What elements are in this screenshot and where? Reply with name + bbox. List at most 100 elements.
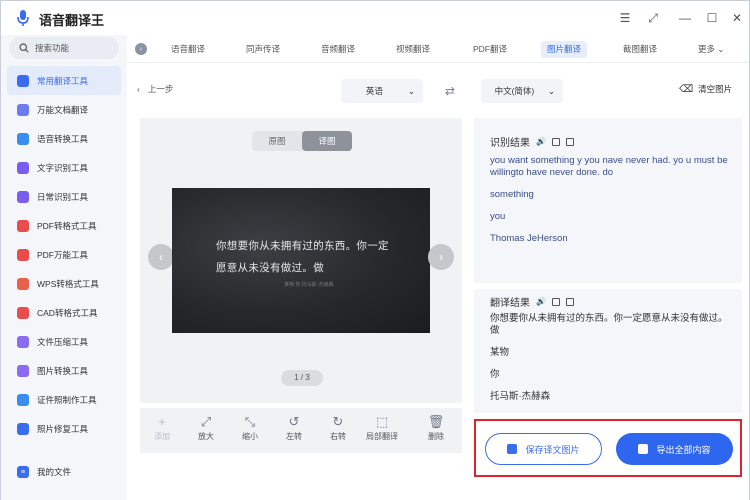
tool-delete[interactable]: 🗑 删除 — [416, 413, 456, 442]
eraser-icon: ⌫ — [679, 83, 694, 95]
sidebar-item-label: 图片转换工具 — [37, 365, 89, 376]
image-faint-text: 某物 你 托马斯·杰赫森 — [284, 282, 334, 288]
prev-image-button[interactable]: ‹ — [148, 244, 174, 270]
id-photo-icon — [17, 393, 29, 406]
delete-icon: 🗑 — [427, 414, 445, 429]
tab-item[interactable]: 音频翻译 — [315, 41, 361, 58]
sidebar-item-label: 文字识别工具 — [37, 162, 89, 173]
document-translate-icon — [17, 103, 29, 116]
main-content: ‹ 上一步 英语 ⌄ ⇄ 中文(简体) ⌄ ⌫ 清空图片 原图 译图 ‹ 你想要… — [127, 63, 749, 500]
export-icon — [638, 444, 649, 454]
sidebar-item[interactable]: 证件照制作工具 — [7, 385, 121, 414]
back-button[interactable]: ‹ 上一步 — [137, 83, 173, 95]
tab-item[interactable]: 截图翻译 — [617, 41, 663, 58]
search-icon — [19, 43, 29, 53]
sidebar-item[interactable]: 文字识别工具 — [7, 153, 121, 182]
search-label: 搜索功能 — [35, 43, 70, 53]
my-files-icon: ≡ — [17, 466, 29, 478]
sidebar-item-label: 文件压缩工具 — [37, 336, 89, 347]
sidebar-item[interactable]: 文件压缩工具 — [7, 327, 121, 356]
copy-icon[interactable] — [551, 297, 560, 306]
translate-header: 翻译结果 🔊 — [490, 294, 574, 309]
sidebar-item[interactable]: 照片修复工具 — [7, 414, 121, 443]
sidebar-item-label: 常用翻译工具 — [37, 75, 89, 86]
page-indicator: 1 / 3 — [281, 370, 323, 386]
menu-icon[interactable]: ☰ — [617, 10, 633, 26]
minimize-icon[interactable]: — — [677, 10, 693, 26]
image-toolbar: + 添加 ⤢ 放大 ⤡ 缩小 ↺ 左转 ↻ 右转 ⬚ 局部翻译 🗑 删除 — [140, 408, 462, 453]
tool-label: 添加 — [154, 432, 170, 441]
partial-translate-icon: ⬚ — [375, 414, 389, 429]
recognize-line-4: Thomas JeHerson — [490, 233, 568, 244]
my-files-label: 我的文件 — [37, 467, 72, 477]
recognize-header: 识别结果 🔊 — [490, 134, 574, 149]
view-toggle: 原图 译图 — [252, 131, 352, 151]
tab-item[interactable]: 同声传译 — [240, 41, 286, 58]
speaker-icon[interactable]: 🔊 — [536, 137, 546, 146]
sidebar: 搜索功能 常用翻译工具 万能文档翻译 语音转换工具 文字识别工具 日常识别工具 PDF转格… — [1, 35, 127, 500]
add-icon: + — [158, 414, 166, 429]
tab-scroll-left-icon[interactable]: ‹ — [135, 43, 147, 55]
voice-convert-icon — [17, 132, 29, 145]
daily-recognize-icon — [17, 190, 29, 203]
search-box[interactable]: 搜索功能 — [9, 37, 119, 59]
edit-icon[interactable] — [565, 137, 574, 146]
tool-rotate-right[interactable]: ↻ 右转 — [318, 413, 358, 442]
app-window: 语音翻译王 ☰ ⤢ — ☐ ✕ 搜索功能 常用翻译工具 万能文档翻译 语音转换工具文… — [0, 0, 750, 500]
tool-label: 缩小 — [242, 432, 258, 441]
tool-partial-translate[interactable]: ⬚ 局部翻译 — [362, 413, 402, 442]
tool-zoom-out[interactable]: ⤡ 缩小 — [230, 413, 270, 442]
tool-zoom-in[interactable]: ⤢ 放大 — [186, 413, 226, 442]
speaker-icon[interactable]: 🔊 — [536, 297, 546, 306]
sidebar-item[interactable]: 语音转换工具 — [7, 124, 121, 153]
translate-line-1: 你想要你从未拥有过的东西。你一定愿意从未没有做过。做 — [490, 313, 728, 336]
copy-icon[interactable] — [551, 137, 560, 146]
tool-add[interactable]: + 添加 — [142, 413, 182, 442]
zoom-out-icon: ⤡ — [244, 414, 256, 429]
toggle-translated[interactable]: 译图 — [302, 131, 352, 151]
sidebar-item-label: PDF转格式工具 — [37, 220, 97, 231]
toggle-original[interactable]: 原图 — [252, 131, 302, 151]
sidebar-item[interactable]: PDF转格式工具 — [7, 211, 121, 240]
tab-item[interactable]: 视频翻译 — [390, 41, 436, 58]
sidebar-item[interactable]: 常用翻译工具 — [7, 66, 121, 95]
image-convert-icon — [17, 364, 29, 377]
sidebar-item-label: 语音转换工具 — [37, 133, 89, 144]
edit-icon[interactable] — [565, 297, 574, 306]
source-language-select[interactable]: 英语 ⌄ — [341, 79, 423, 103]
sidebar-item-label: 日常识别工具 — [37, 191, 89, 202]
sidebar-item[interactable]: WPS转格式工具 — [7, 269, 121, 298]
tab-more[interactable]: 更多 ⌄ — [698, 41, 725, 58]
my-files-item[interactable]: ≡ 我的文件 — [17, 466, 71, 478]
cad-convert-icon — [17, 306, 29, 319]
save-translated-image-button[interactable]: 保存译文图片 — [485, 433, 602, 465]
sidebar-item[interactable]: CAD转格式工具 — [7, 298, 121, 327]
swap-languages-icon[interactable]: ⇄ — [445, 84, 455, 98]
tab-item[interactable]: PDF翻译 — [467, 41, 513, 58]
rotate-left-icon: ↺ — [288, 414, 300, 429]
translated-image: 你想要你从未拥有过的东西。你一定 愿意从未没有做过。做 某物 你 托马斯·杰赫森 — [172, 188, 430, 333]
close-icon[interactable]: ✕ — [729, 10, 745, 26]
tool-rotate-left[interactable]: ↺ 左转 — [274, 413, 314, 442]
maximize-icon[interactable]: ☐ — [704, 10, 720, 26]
recognize-line-2: something — [490, 189, 534, 200]
tab-item[interactable]: 图片翻译 — [541, 41, 588, 58]
sidebar-item-label: 万能文档翻译 — [37, 104, 89, 115]
export-all-button[interactable]: 导出全部内容 — [616, 433, 733, 465]
clear-images-button[interactable]: ⌫ 清空图片 — [679, 83, 732, 95]
sidebar-item[interactable]: PDF万能工具 — [7, 240, 121, 269]
section-divider — [474, 283, 742, 289]
next-image-button[interactable]: › — [428, 244, 454, 270]
clear-images-label: 清空图片 — [698, 84, 733, 94]
mini-mode-icon[interactable]: ⤢ — [645, 10, 661, 26]
sidebar-item[interactable]: 图片转换工具 — [7, 356, 121, 385]
save-translated-image-label: 保存译文图片 — [525, 444, 580, 455]
sidebar-item[interactable]: 日常识别工具 — [7, 182, 121, 211]
sidebar-item[interactable]: 万能文档翻译 — [7, 95, 121, 124]
app-title: 语音翻译王 — [39, 13, 105, 28]
tab-item[interactable]: 语音翻译 — [165, 41, 211, 58]
tool-label: 删除 — [428, 432, 444, 441]
chevron-right-icon: › — [439, 250, 443, 264]
target-language-select[interactable]: 中文(简体) ⌄ — [481, 79, 563, 103]
chevron-left-icon: ‹ — [159, 250, 163, 264]
